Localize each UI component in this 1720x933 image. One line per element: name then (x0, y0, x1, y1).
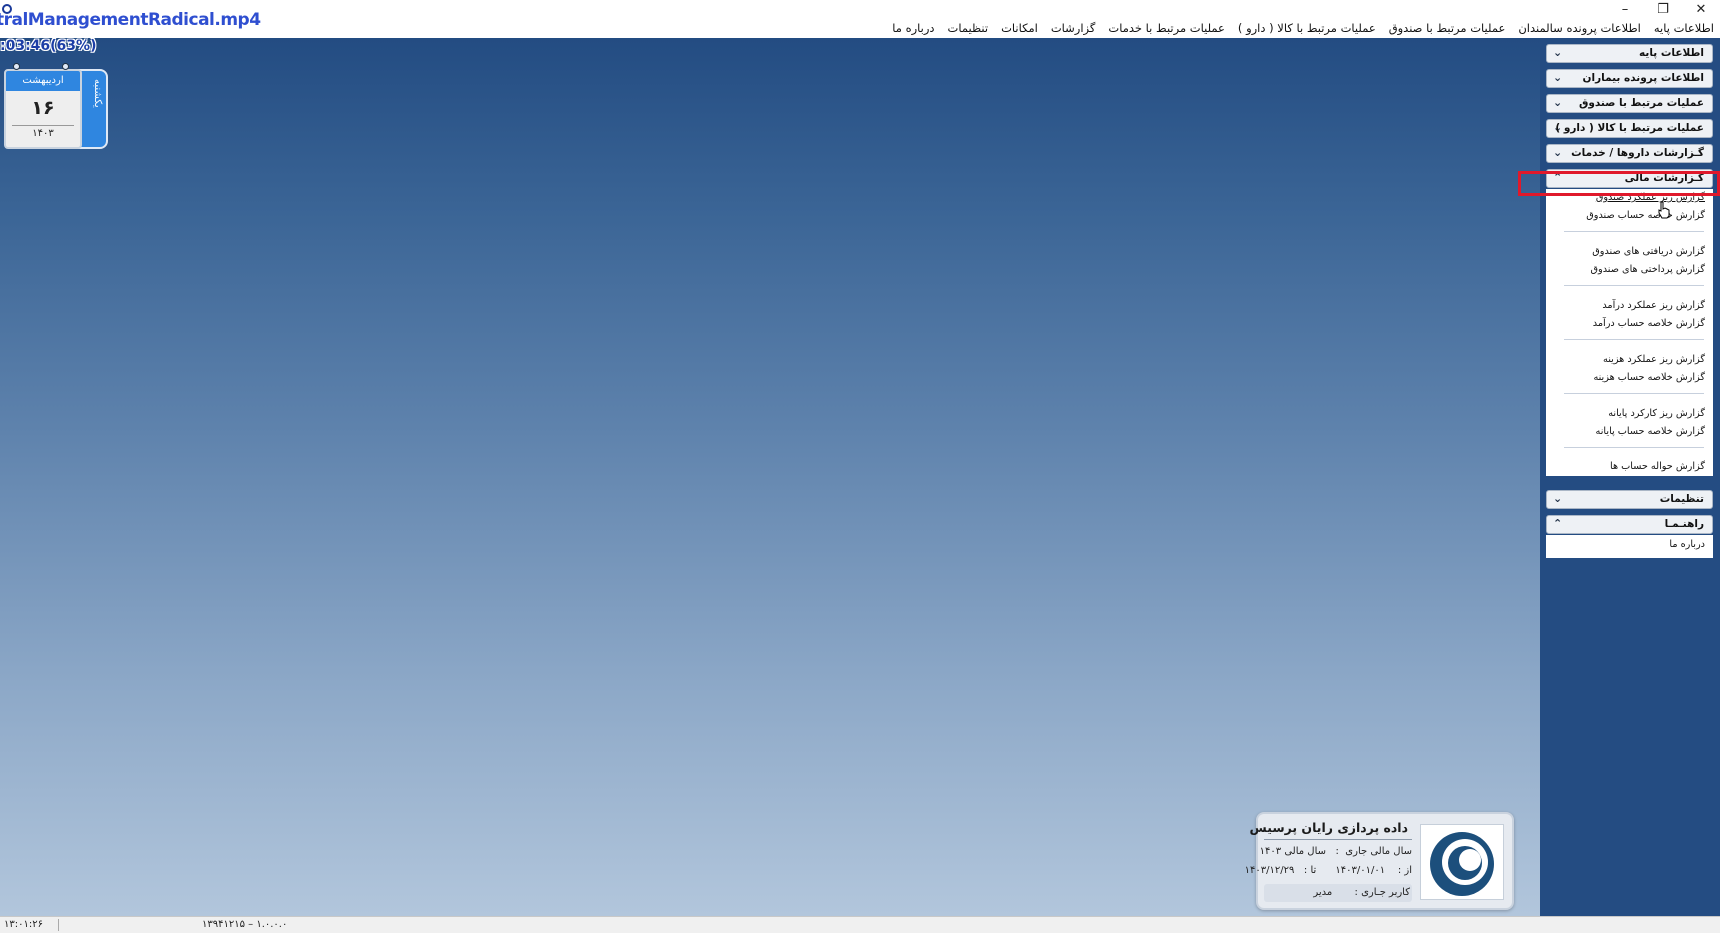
selection-highlight (1518, 171, 1720, 196)
company-name: داده پردازی رایان پرسیس (1249, 820, 1408, 835)
section-label: گـزارشات داروها / خدمات (1571, 147, 1704, 159)
current-user-label: کاربر جـاری : (1354, 887, 1410, 898)
chevron-down-icon: ⌄ (1553, 492, 1563, 505)
to-label: تا : (1303, 865, 1317, 876)
chevron-down-icon: ⌄ (1553, 46, 1563, 59)
date-range-row: از : ۱۴۰۳/۰۱/۰۱ تا : ۱۴۰۳/۱۲/۲۹ (1245, 865, 1412, 876)
info-divider (1264, 839, 1412, 840)
list-divider (1564, 447, 1704, 448)
menu-tools[interactable]: امکانات (1001, 21, 1038, 35)
menu-cashbox-ops[interactable]: عملیات مرتبط با صندوق (1389, 21, 1506, 35)
playback-timer: :03:46(63%) (0, 38, 97, 54)
calendar-month: اردیبهشت (6, 71, 80, 91)
menu-about[interactable]: درباره ما (892, 21, 934, 35)
current-user-row: کاربر جـاری : مدیر (1264, 884, 1412, 902)
video-filename-overlay: tralManagementRadical.mp4 (0, 10, 261, 30)
restore-button[interactable]: ❐ (1644, 0, 1682, 18)
report-cashbox-summary[interactable]: گزارش خلاصه حساب صندوق (1586, 210, 1705, 221)
menu-reports[interactable]: گزارشات (1051, 21, 1096, 35)
list-divider (1564, 393, 1704, 394)
fiscal-year-label: سال مالی جاری (1345, 846, 1412, 857)
financial-reports-list-tail: گزارش حواله حساب ها (1546, 452, 1713, 476)
desktop-area: :03:46(63%) یکشنبه اردیبهشت ۱۶ ۱۴۰۳ داده… (0, 38, 1540, 916)
menu-goods-ops[interactable]: عملیات مرتبط با کالا ( دارو ) (1238, 21, 1376, 35)
current-user-value: مدیر (1313, 887, 1333, 898)
chevron-down-icon: ⌄ (1553, 71, 1563, 84)
chevron-down-icon: ⌄ (1553, 96, 1563, 109)
fiscal-year-row: سال مالی جاری : سال مالی ۱۴۰۳ (1259, 846, 1412, 857)
menu-services-ops[interactable]: عملیات مرتبط با خدمات (1108, 21, 1225, 35)
chevron-up-icon: ⌃ (1553, 517, 1563, 530)
calendar-card: اردیبهشت ۱۶ ۱۴۰۳ (4, 69, 82, 149)
section-label: اطلاعات پایه (1639, 47, 1704, 59)
report-expense-detail[interactable]: گزارش ریز عملکرد هزینه (1603, 354, 1705, 365)
calendar-weekday: یکشنبه (92, 79, 103, 108)
menu-bar: اطلاعات پایه اطلاعات پرونده سالمندان عمل… (892, 21, 1714, 35)
section-settings[interactable]: ⌄ تنظیمات (1546, 490, 1713, 509)
help-list: درباره ما (1546, 535, 1713, 558)
report-income-detail[interactable]: گزارش ریز عملکرد درآمد (1602, 300, 1705, 311)
section-label: راهنـمـا (1664, 518, 1704, 530)
calendar-year: ۱۴۰۳ (32, 128, 54, 139)
section-drug-reports[interactable]: ⌄ گـزارشات داروها / خدمات (1546, 144, 1713, 163)
calendar-ring-icon (13, 63, 20, 70)
section-patient-files[interactable]: ⌄ اطلاعات پرونده بیماران (1546, 69, 1713, 88)
calendar-day: ۱۶ (31, 97, 55, 119)
menu-settings[interactable]: تنظیمات (948, 21, 989, 35)
section-cashbox-ops[interactable]: ⌄ عملیات مرتبط با صندوق (1546, 94, 1713, 113)
status-bar: ۱۳:۰۱:۲۶ ۱۳۹۴۱۲۱۵ – ۱.۰.۰.۰ (0, 916, 1720, 933)
hand-cursor-icon (1658, 201, 1670, 219)
company-info-card: داده پردازی رایان پرسیس سال مالی جاری : … (1245, 812, 1514, 910)
list-divider (1564, 285, 1704, 286)
section-basic-info[interactable]: ⌄ اطلاعات پایه (1546, 44, 1713, 63)
report-account-transfers[interactable]: گزارش حواله حساب ها (1610, 461, 1705, 472)
help-about[interactable]: درباره ما (1669, 539, 1705, 550)
title-bar: tralManagementRadical.mp4 – ❐ ✕ اطلاعات … (0, 0, 1720, 38)
status-version: ۱۳۹۴۱۲۱۵ – ۱.۰.۰.۰ (202, 919, 288, 930)
menu-elderly-files[interactable]: اطلاعات پرونده سالمندان (1518, 21, 1641, 35)
section-label: تنظیمات (1659, 493, 1704, 505)
status-divider (58, 919, 59, 931)
section-help[interactable]: ⌃ راهنـمـا (1546, 515, 1713, 534)
calendar-divider (12, 125, 74, 126)
chevron-down-icon: ⌄ (1553, 146, 1563, 159)
company-logo-icon (1430, 832, 1494, 896)
report-income-summary[interactable]: گزارش خلاصه حساب درآمد (1593, 318, 1705, 329)
menu-basic-info[interactable]: اطلاعات پایه (1654, 21, 1714, 35)
report-cashbox-receipts[interactable]: گزارش دریافتی های صندوق (1592, 246, 1705, 257)
section-goods-ops[interactable]: ⌄ عملیات مرتبط با کالا ( دارو ) (1546, 119, 1713, 138)
status-time: ۱۳:۰۱:۲۶ (4, 919, 43, 930)
report-expense-summary[interactable]: گزارش خلاصه حساب هزینه (1593, 372, 1705, 383)
calendar-widget: یکشنبه اردیبهشت ۱۶ ۱۴۰۳ (4, 63, 108, 149)
fiscal-year-value: سال مالی ۱۴۰۳ (1259, 846, 1326, 857)
to-date: ۱۴۰۳/۱۲/۲۹ (1244, 865, 1295, 876)
report-cashbox-payments[interactable]: گزارش پرداختی های صندوق (1591, 264, 1706, 275)
section-label: عملیات مرتبط با کالا ( دارو ) (1555, 122, 1704, 134)
list-divider (1564, 339, 1704, 340)
report-terminal-detail[interactable]: گزارش ریز کارکرد پایانه (1608, 408, 1705, 419)
close-button[interactable]: ✕ (1682, 0, 1720, 18)
financial-reports-list: گزارش ریز عملکرد صندوق گزارش خلاصه حساب … (1546, 189, 1713, 452)
from-label: از : (1397, 865, 1412, 876)
navigation-panel: ⌄ اطلاعات پایه ⌄ اطلاعات پرونده بیماران … (1540, 38, 1720, 916)
minimize-button[interactable]: – (1606, 0, 1644, 18)
calendar-ring-icon (62, 63, 69, 70)
section-label: عملیات مرتبط با صندوق (1578, 97, 1704, 109)
window-controls: – ❐ ✕ (1606, 0, 1720, 18)
company-logo (1420, 824, 1504, 900)
section-label: اطلاعات پرونده بیماران (1582, 72, 1704, 84)
from-date: ۱۴۰۳/۰۱/۰۱ (1335, 865, 1386, 876)
report-terminal-summary[interactable]: گزارش خلاصه حساب پایانه (1596, 426, 1705, 437)
list-divider (1564, 231, 1704, 232)
